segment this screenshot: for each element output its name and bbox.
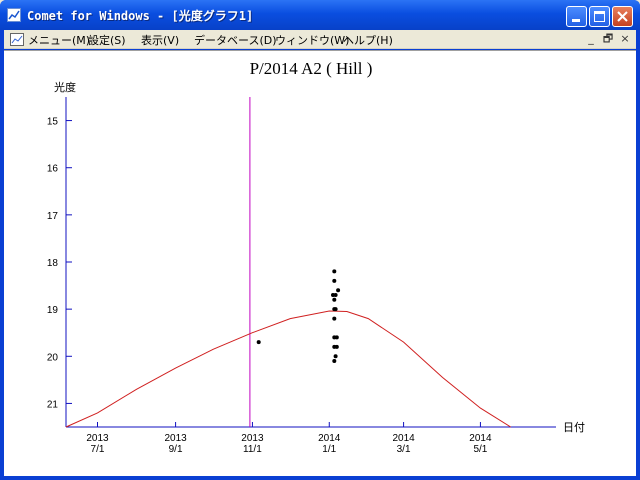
observation-point xyxy=(333,354,338,359)
x-tick-year-label: 2013 xyxy=(241,433,264,444)
app-window: Comet for Windows - [光度グラフ1] メニュー(M) 設定(… xyxy=(0,0,640,480)
magnitude-chart: P/2014 A2 ( Hill ) 光度 日付 15 16 17 18 19 20 21 2… xyxy=(47,59,585,455)
app-icon[interactable] xyxy=(7,8,21,22)
y-tick-label: 18 xyxy=(47,258,59,269)
maximize-icon xyxy=(594,11,605,22)
x-axis-label: 日付 xyxy=(563,421,585,434)
observation-point xyxy=(333,293,338,297)
window-title: Comet for Windows - [光度グラフ1] xyxy=(27,9,254,23)
mdi-minimize-button[interactable]: _ xyxy=(584,33,598,46)
menu-item-menu[interactable]: メニュー(M) xyxy=(28,32,90,48)
y-tick-label: 16 xyxy=(47,164,59,175)
chart-title: P/2014 A2 ( Hill ) xyxy=(250,59,373,78)
observation-point xyxy=(333,307,338,312)
y-axis-label: 光度 xyxy=(54,80,76,94)
x-tick-year-label: 2014 xyxy=(392,433,415,444)
title-bar[interactable]: Comet for Windows - [光度グラフ1] xyxy=(0,0,640,30)
y-tick-label: 15 xyxy=(47,117,59,128)
graph-area: P/2014 A2 ( Hill ) 光度 日付 15 16 17 18 19 20 21 2… xyxy=(4,50,636,476)
close-button[interactable] xyxy=(612,6,633,27)
observation-point xyxy=(332,297,337,302)
maximize-button[interactable] xyxy=(589,6,610,27)
observation-point xyxy=(332,316,337,321)
observation-point xyxy=(332,278,337,283)
y-tick-label: 21 xyxy=(47,399,59,410)
x-tick-year-label: 2014 xyxy=(318,433,341,444)
menu-item-view[interactable]: 表示(V) xyxy=(141,32,179,48)
x-tick-year-label: 2013 xyxy=(164,433,187,444)
y-tick-label: 20 xyxy=(47,352,59,363)
mdi-restore-button[interactable]: 🗗 xyxy=(601,33,615,46)
observation-point xyxy=(336,288,341,293)
y-tick-label: 19 xyxy=(47,305,59,316)
menu-item-settings[interactable]: 設定(S) xyxy=(88,32,126,48)
close-icon xyxy=(617,11,628,22)
x-tick-date-label: 7/1 xyxy=(91,444,105,455)
observation-point xyxy=(256,340,261,345)
observation-point xyxy=(332,269,337,274)
graph-doc-icon[interactable] xyxy=(10,33,24,46)
menu-item-help[interactable]: ヘルプ(H) xyxy=(343,32,393,48)
menu-item-database[interactable]: データベース(D) xyxy=(194,32,277,48)
menu-item-window[interactable]: ウィンドウ(W) xyxy=(275,32,349,48)
x-tick-date-label: 11/1 xyxy=(243,444,262,455)
menu-bar: メニュー(M) 設定(S) 表示(V) データベース(D) ウィンドウ(W) ヘ… xyxy=(4,30,636,49)
x-tick-date-label: 9/1 xyxy=(169,444,183,455)
x-tick-date-label: 1/1 xyxy=(322,444,336,455)
observation-point xyxy=(334,335,339,340)
x-tick-year-label: 2014 xyxy=(469,433,492,444)
y-tick-label: 17 xyxy=(47,211,59,222)
observation-point xyxy=(332,359,337,363)
minimize-icon xyxy=(572,19,580,22)
minimize-button[interactable] xyxy=(566,6,587,27)
x-tick-year-label: 2013 xyxy=(86,433,109,444)
predicted-magnitude-curve xyxy=(65,310,511,428)
x-tick-date-label: 3/1 xyxy=(397,444,411,455)
observation-point xyxy=(334,344,339,349)
x-tick-date-label: 5/1 xyxy=(473,444,487,455)
mdi-close-button[interactable]: × xyxy=(618,33,632,46)
